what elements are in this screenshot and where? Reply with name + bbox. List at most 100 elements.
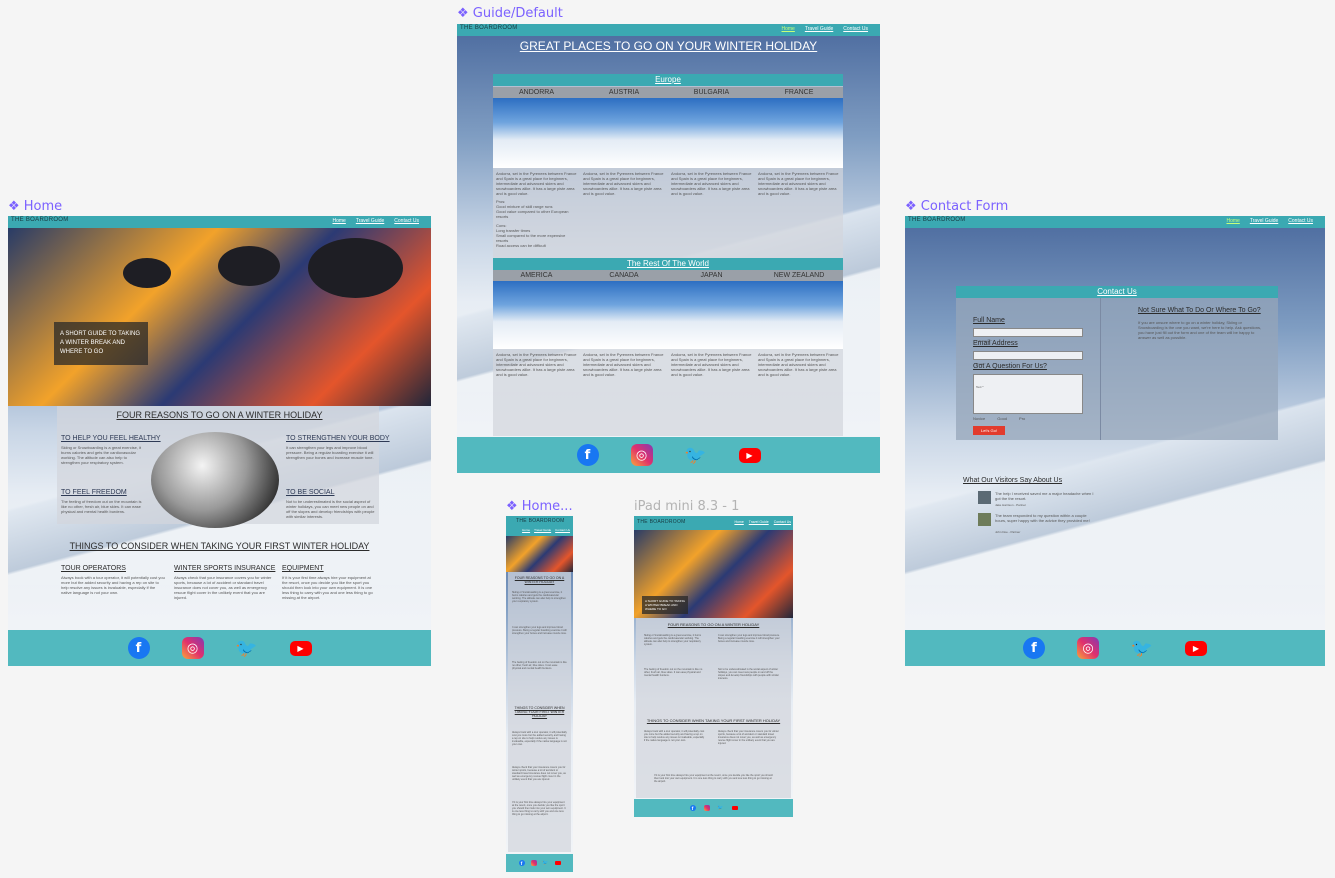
reasons-title: FOUR REASONS TO GO ON A WINTER HOLIDAY [667,622,760,627]
facebook-icon[interactable]: f [1023,637,1045,659]
reason-text: Not to be underestimated is the social a… [718,668,779,680]
nav-contact[interactable]: Contact Us [774,520,791,524]
youtube-icon[interactable]: ▶ [738,447,761,463]
frame-label-home[interactable]: ❖ Home [8,199,62,214]
full-name-field[interactable]: Full Name * [973,328,1083,343]
contact-frame[interactable]: THE BOARDROOM Home Travel Guide Contact … [905,216,1325,666]
frame-label-home-mobile[interactable]: ❖ Home... [506,499,573,514]
nav-contact[interactable]: Contact Us [1288,218,1313,224]
frame-label-contact[interactable]: ❖ Contact Form [905,199,1008,214]
ipad-frame[interactable]: THE BOARDROOM Home Travel Guide Contact … [634,516,793,817]
andorra-text: Andorra, set in the Pyrenees between Fra… [496,171,577,196]
brand-logo[interactable]: THE BOARDROOM [11,217,69,223]
youtube-icon[interactable]: ▶ [1185,640,1207,656]
nav-travel-guide[interactable]: Travel Guide [805,26,833,32]
consider-title: THINGS TO CONSIDER WHEN TAKING YOUR FIRS… [69,541,370,551]
brand-logo[interactable]: THE BOARDROOM [908,217,966,223]
reason-text: The feeling of freedom out on the mounta… [644,668,703,677]
facebook-icon[interactable]: f [576,444,599,466]
home-frame[interactable]: THE BOARDROOM Home Travel Guide Contact … [8,216,431,666]
radio-novice[interactable]: Novice [973,416,985,421]
email-label: Email Address [973,340,1018,347]
instagram-icon[interactable]: ◎ [1077,637,1099,659]
email-field[interactable]: Email * [973,351,1083,366]
reason-text: It can strengthen your legs and improve … [718,634,780,643]
canada-text: Andorra, set in the Pyrenees between Fra… [583,352,664,377]
youtube-icon[interactable] [731,806,738,810]
facebook-icon[interactable]: f [689,805,696,811]
nav-contact[interactable]: Contact Us [394,218,419,224]
nav-home[interactable]: Home [522,528,530,532]
consider-item-text: Always check that your insurance covers … [174,575,272,600]
twitter-icon[interactable]: 🐦 [1131,637,1153,659]
testimonial-author: John Doe - Partner [995,530,1021,534]
avatar [978,513,991,526]
new-zealand-image [755,281,843,349]
nav-home[interactable]: Home [332,218,345,224]
rest-heading: The Rest Of The World [493,258,843,270]
cons-item: Small compared to the more expensive res… [496,233,566,243]
site-nav: THE BOARDROOM Home Travel Guide Contact … [457,24,880,36]
nav-contact[interactable]: Contact Us [555,528,570,532]
facebook-icon[interactable]: f [127,637,150,659]
reason-title: TO BE SOCIAL [286,489,335,496]
andorra-image [493,98,580,168]
twitter-icon[interactable]: 🐦 [717,805,723,811]
twitter-icon[interactable]: 🐦 [235,637,257,659]
pros-item: Good value compared to other European re… [496,209,569,219]
nav-home[interactable]: Home [781,26,794,32]
reason-text: It can strengthen your legs and improve … [286,445,374,460]
home-mobile-frame[interactable]: THE BOARDROOM Home Travel Guide Contact … [506,516,573,872]
america-image [493,281,580,349]
country-america: AMERICA [493,270,580,281]
radio-good[interactable]: Good [997,416,1007,421]
brand-logo[interactable]: THE BOARDROOM [460,25,518,31]
nav-travel-guide[interactable]: Travel Guide [356,218,384,224]
consider-item-title: EQUIPMENT [282,565,324,572]
nav-home[interactable]: Home [734,520,743,524]
brand-logo[interactable]: THE BOARDROOM [637,519,686,525]
consider-item-text: Always book with a tour operator, it wil… [512,731,567,746]
america-text: Andorra, set in the Pyrenees between Fra… [496,352,577,377]
reason-title: TO HELP YOU FEEL HEALTHY [61,435,161,442]
aside-text: If you are unsure where to go on a winte… [1138,320,1262,340]
bulgaria-image [668,98,755,168]
twitter-icon[interactable]: 🐦 [542,860,548,866]
country-austria: AUSTRIA [580,87,668,98]
site-nav: THE BOARDROOM Home Travel Guide Contact … [8,216,431,228]
guide-frame[interactable]: THE BOARDROOM Home Travel Guide Contact … [457,24,880,473]
nav-travel-guide[interactable]: Travel Guide [1250,218,1278,224]
reason-title: TO FEEL FREEDOM [61,489,127,496]
instagram-icon[interactable] [703,805,710,811]
question-textarea[interactable]: Text * [973,374,1083,414]
reason-text: Skiing or Snowboarding is a great exerci… [512,591,566,603]
twitter-icon[interactable]: 🐦 [684,444,706,466]
nav-travel-guide[interactable]: Travel Guide [534,528,551,532]
consider-item-title: TOUR OPERATORS [61,565,126,572]
austria-text: Andorra, set in the Pyrenees between Fra… [583,171,664,196]
brand-logo[interactable]: THE BOARDROOM [516,518,565,524]
consider-item-text: Always check that your insurance covers … [718,730,779,745]
submit-button[interactable]: Let's Go! [973,426,1005,435]
instagram-icon[interactable] [530,860,537,866]
testimonial-quote: The help I received saved me a major hea… [995,491,1094,501]
youtube-icon[interactable]: ▶ [289,640,312,656]
instagram-icon[interactable]: ◎ [181,637,204,659]
instagram-icon[interactable]: ◎ [630,444,653,466]
youtube-icon[interactable] [554,861,561,865]
nav-travel-guide[interactable]: Travel Guide [749,520,769,524]
frame-label-ipad[interactable]: iPad mini 8.3 - 1 [634,499,739,514]
radio-pro[interactable]: Pro [1019,416,1025,421]
frame-label-guide[interactable]: ❖ Guide/Default [457,6,563,21]
nav-contact[interactable]: Contact Us [843,26,868,32]
site-nav: THE BOARDROOM Home Travel Guide Contact … [506,516,573,536]
facebook-icon[interactable]: f [518,860,525,866]
consider-item-text: Always check that your insurance covers … [512,766,566,781]
consider-item-text: If it is your first time always hire you… [512,801,566,816]
nav-home[interactable]: Home [1226,218,1239,224]
pros-block: Pros: Good mixture of skill range runs G… [496,199,578,248]
site-footer: f ◎ 🐦 ▶ [457,437,880,473]
aside-title: Not Sure What To Do Or Where To Go? [1138,307,1261,314]
question-placeholder: Text * [976,385,984,389]
europe-heading: Europe [493,74,843,86]
